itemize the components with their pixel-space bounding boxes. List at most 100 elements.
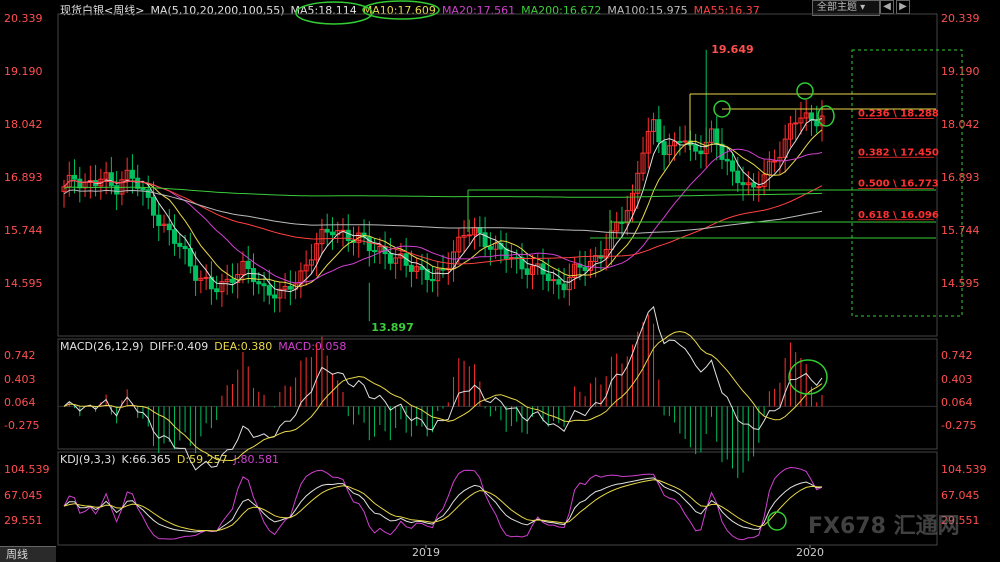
price-y-tick-left: 14.595 bbox=[4, 277, 43, 290]
price-y-tick-right: 19.190 bbox=[941, 65, 980, 78]
low-price-label: 13.897 bbox=[371, 321, 413, 334]
candle-body bbox=[619, 221, 625, 224]
candle-body bbox=[735, 170, 741, 184]
candle-body bbox=[272, 294, 278, 299]
macd-y-tick-right: 0.403 bbox=[941, 373, 973, 386]
ma200-line bbox=[63, 186, 823, 198]
fib-label: 0.382 \ 17.450 bbox=[858, 147, 939, 158]
candle-body bbox=[251, 268, 256, 283]
price-y-tick-left: 15.744 bbox=[4, 224, 43, 237]
candle-body bbox=[187, 248, 193, 267]
price-y-tick-right: 20.339 bbox=[941, 12, 980, 25]
candle-body bbox=[245, 260, 251, 270]
macd-y-tick-left: 0.403 bbox=[4, 373, 36, 386]
price-y-tick-right: 15.744 bbox=[941, 224, 980, 237]
candle-body bbox=[177, 242, 183, 247]
kdj-j-line bbox=[63, 466, 823, 541]
candle-body bbox=[677, 140, 683, 143]
candle-body bbox=[140, 187, 146, 191]
kdj-y-tick-left: 29.551 bbox=[4, 514, 43, 527]
candle-body bbox=[145, 189, 151, 198]
price-panel-frame bbox=[57, 13, 938, 337]
candle-body bbox=[682, 140, 688, 143]
candle-body bbox=[166, 223, 172, 231]
highlight-peak-2 bbox=[796, 82, 814, 100]
candle-body bbox=[203, 276, 209, 279]
macd-diff-line bbox=[63, 305, 823, 471]
candle-body bbox=[698, 150, 704, 155]
candle-body bbox=[156, 214, 162, 226]
candle-body bbox=[693, 144, 699, 152]
candle-body bbox=[108, 172, 114, 187]
candle-body bbox=[329, 231, 335, 236]
price-y-tick-left: 16.893 bbox=[4, 171, 43, 184]
highlight-kdj-cross bbox=[767, 511, 787, 531]
fib-label: 0.236 \ 18.288 bbox=[858, 109, 939, 120]
price-y-tick-right: 18.042 bbox=[941, 118, 980, 131]
candle-body bbox=[172, 229, 178, 244]
price-y-tick-right: 16.893 bbox=[941, 171, 980, 184]
highlight-ma5 bbox=[295, 1, 373, 25]
candle-body bbox=[814, 119, 820, 127]
candle-body bbox=[182, 245, 188, 250]
candle-body bbox=[656, 119, 662, 143]
period-tab-label: 周线 bbox=[6, 548, 28, 561]
macd-y-tick-right: 0.742 bbox=[941, 349, 973, 362]
candle-body bbox=[387, 253, 393, 264]
candle-body bbox=[772, 160, 778, 163]
candle-body bbox=[72, 174, 78, 180]
candle-body bbox=[193, 265, 199, 281]
fib-label: 0.618 \ 16.096 bbox=[858, 210, 939, 221]
candle-body bbox=[561, 283, 567, 291]
candle-body bbox=[429, 278, 435, 282]
candle-body bbox=[372, 250, 378, 253]
candle-body bbox=[524, 268, 530, 275]
candle-body bbox=[724, 158, 730, 162]
candle-body bbox=[756, 186, 762, 189]
kdj-y-tick-right: 104.539 bbox=[941, 463, 987, 476]
candle-body bbox=[214, 288, 220, 293]
fib-label: 0.500 \ 16.773 bbox=[858, 179, 939, 190]
candle-body bbox=[77, 178, 83, 189]
price-y-tick-left: 18.042 bbox=[4, 118, 43, 131]
candle-body bbox=[661, 141, 667, 156]
price-y-tick-left: 19.190 bbox=[4, 65, 43, 78]
macd-y-tick-left: 0.742 bbox=[4, 349, 36, 362]
candle-body bbox=[150, 196, 156, 216]
period-tab[interactable]: 周线 bbox=[0, 546, 56, 562]
candle-body bbox=[487, 246, 493, 250]
kdj-d-line bbox=[63, 479, 823, 532]
candle-body bbox=[730, 160, 736, 172]
candle-body bbox=[129, 169, 135, 179]
price-y-tick-left: 20.339 bbox=[4, 12, 43, 25]
chart-canvas[interactable]: 20.339 20.339 19.190 19.190 18.042 18.042 16.8… bbox=[0, 0, 1000, 561]
candle-body bbox=[287, 285, 293, 290]
candle-body bbox=[751, 182, 757, 188]
candle-body bbox=[582, 266, 588, 271]
candle-body bbox=[793, 122, 799, 125]
kdj-y-tick-left: 67.045 bbox=[4, 489, 43, 502]
candle-body bbox=[466, 234, 472, 237]
kdj-k-line bbox=[63, 477, 823, 533]
price-y-tick-right: 14.595 bbox=[941, 277, 980, 290]
macd-y-tick-right: -0.275 bbox=[941, 419, 976, 432]
candle-body bbox=[551, 279, 557, 282]
candle-body bbox=[408, 264, 414, 272]
macd-y-tick-right: 0.064 bbox=[941, 396, 973, 409]
candle-body bbox=[261, 283, 267, 287]
candle-body bbox=[256, 281, 262, 285]
macd-y-tick-left: -0.275 bbox=[4, 419, 39, 432]
highlight-macd-cross bbox=[788, 359, 828, 395]
candle-body bbox=[477, 227, 483, 234]
candle-body bbox=[714, 128, 720, 145]
kdj-y-tick-left: 104.539 bbox=[4, 463, 50, 476]
candle-body bbox=[266, 285, 272, 296]
macd-y-tick-left: 0.064 bbox=[4, 396, 36, 409]
candle-body bbox=[324, 228, 330, 233]
kdj-y-tick-right: 67.045 bbox=[941, 489, 980, 502]
high-price-label: 19.649 bbox=[711, 43, 753, 56]
macd-dea-line bbox=[63, 330, 823, 462]
highlight-ma10 bbox=[362, 0, 440, 20]
candle-body bbox=[229, 278, 235, 283]
candle-body bbox=[556, 279, 562, 285]
